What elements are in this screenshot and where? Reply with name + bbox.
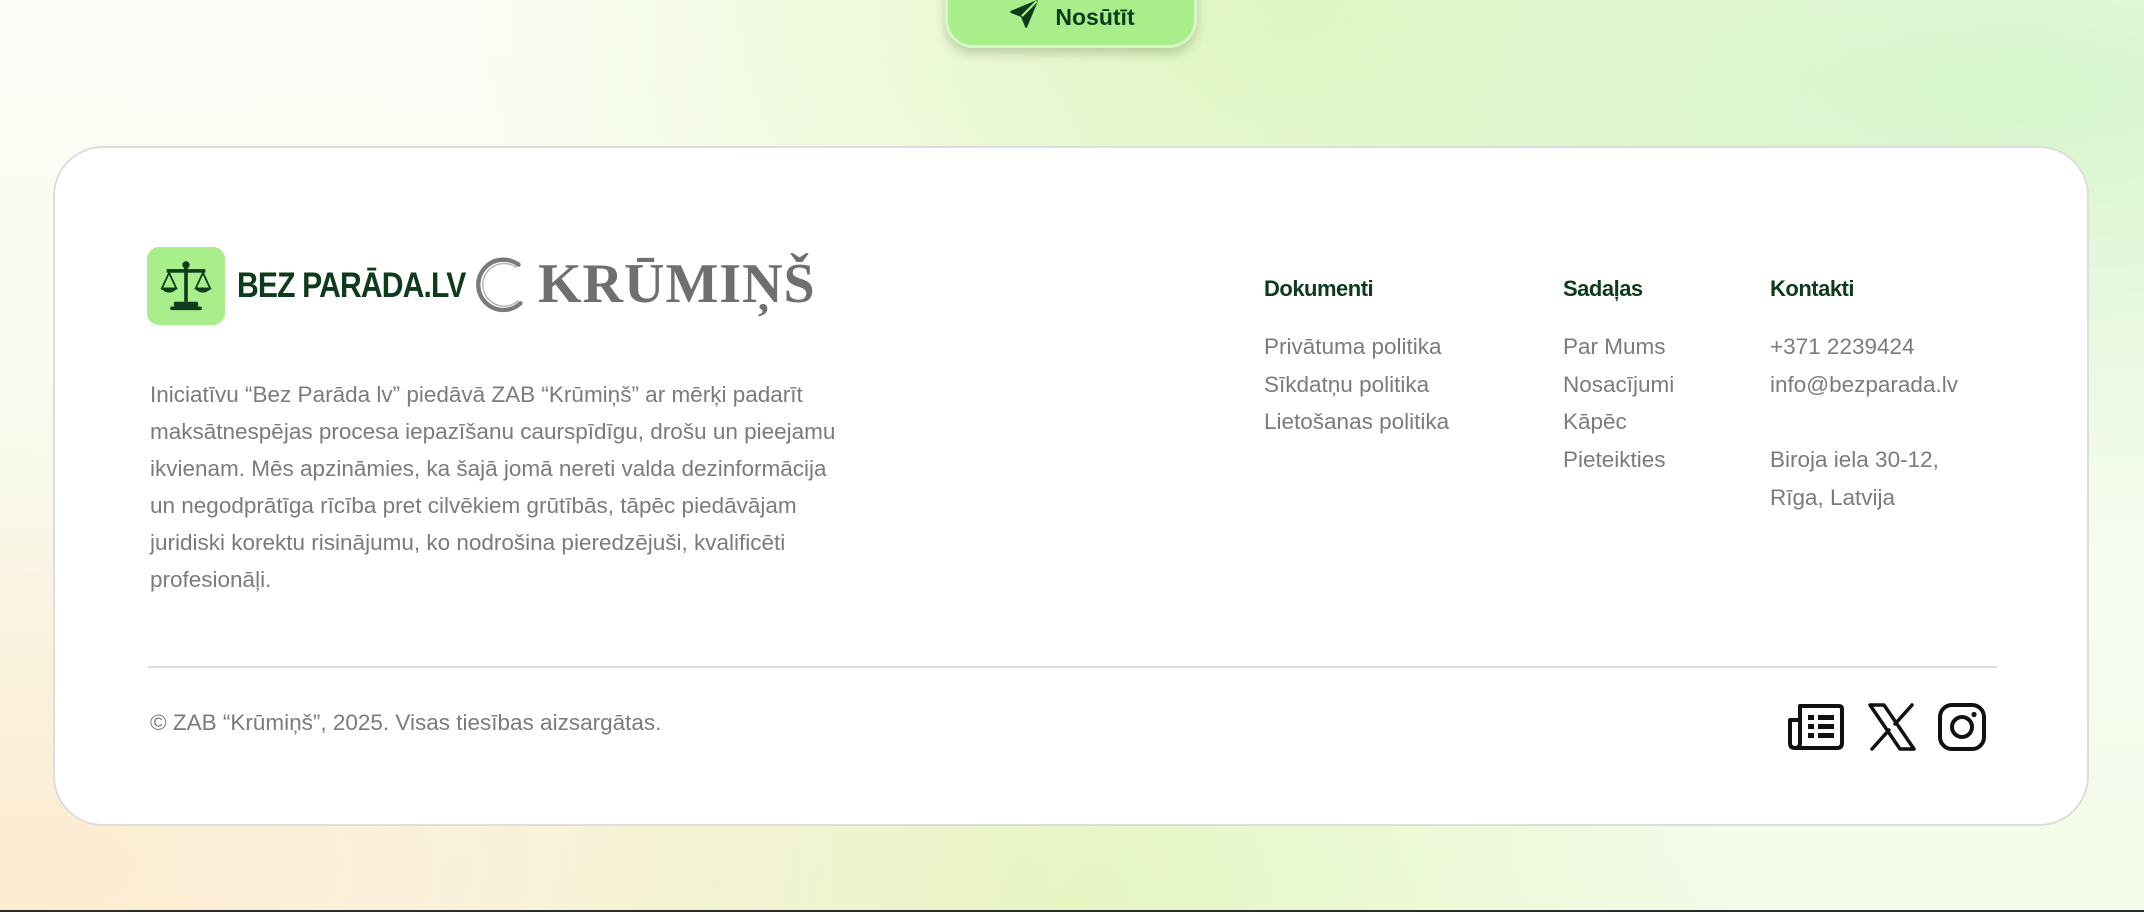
x-icon (1868, 703, 1916, 751)
why-link[interactable]: Kāpēc (1563, 403, 1674, 441)
instagram-link[interactable] (1937, 702, 1987, 752)
footer-card: BEZ PARĀDA.LV KRŪMIŅŠ Iniciatīvu “Bez Pa… (53, 146, 2089, 826)
brand-name[interactable]: BEZ PARĀDA.LV (237, 266, 466, 306)
apply-link[interactable]: Pieteikties (1563, 441, 1674, 479)
contacts-title: Kontakti (1770, 276, 1854, 301)
news-icon (1788, 704, 1844, 750)
sections-title: Sadaļas (1563, 276, 1643, 301)
send-button[interactable]: Nosūtīt (945, 0, 1197, 48)
phone-link[interactable]: +371 2239424 (1770, 328, 1958, 366)
partner-logo[interactable]: KRŪMIŅŠ (474, 252, 816, 316)
cookie-policy-link[interactable]: Sīkdatņu politika (1264, 366, 1449, 404)
send-button-label: Nosūtīt (1055, 4, 1135, 30)
conditions-link[interactable]: Nosacījumi (1563, 366, 1674, 404)
brand-logo-badge[interactable] (147, 247, 225, 325)
sections-column: Sadaļas Par Mums Nosacījumi Kāpēc Pietei… (1563, 276, 1674, 478)
address-line: Biroja iela 30-12, (1770, 447, 1939, 472)
office-address: Biroja iela 30-12, Rīga, Latvija (1770, 441, 1958, 516)
terms-of-use-link[interactable]: Lietošanas politika (1264, 403, 1449, 441)
partner-ring-icon (476, 257, 523, 313)
address-line: Rīga, Latvija (1770, 484, 1896, 510)
privacy-policy-link[interactable]: Privātuma politika (1264, 328, 1449, 366)
documents-column: Dokumenti Privātuma politika Sīkdatņu po… (1264, 276, 1449, 441)
partner-name: KRŪMIŅŠ (538, 253, 816, 315)
instagram-icon (1938, 703, 1986, 751)
copyright-text: © ZAB “Krūmiņš”, 2025. Visas tiesības ai… (150, 710, 662, 735)
footer-description: Iniciatīvu “Bez Parāda lv” piedāvā ZAB “… (150, 382, 836, 592)
contacts-column: Kontakti +371 2239424 info@bezparada.lv … (1770, 276, 1958, 516)
documents-title: Dokumenti (1264, 276, 1374, 301)
send-icon (1010, 0, 1039, 28)
scales-icon (160, 261, 212, 311)
news-link[interactable] (1787, 702, 1845, 752)
about-us-link[interactable]: Par Mums (1563, 328, 1674, 366)
footer-divider (148, 666, 1997, 668)
x-link[interactable] (1867, 702, 1917, 752)
email-link[interactable]: info@bezparada.lv (1770, 366, 1958, 404)
